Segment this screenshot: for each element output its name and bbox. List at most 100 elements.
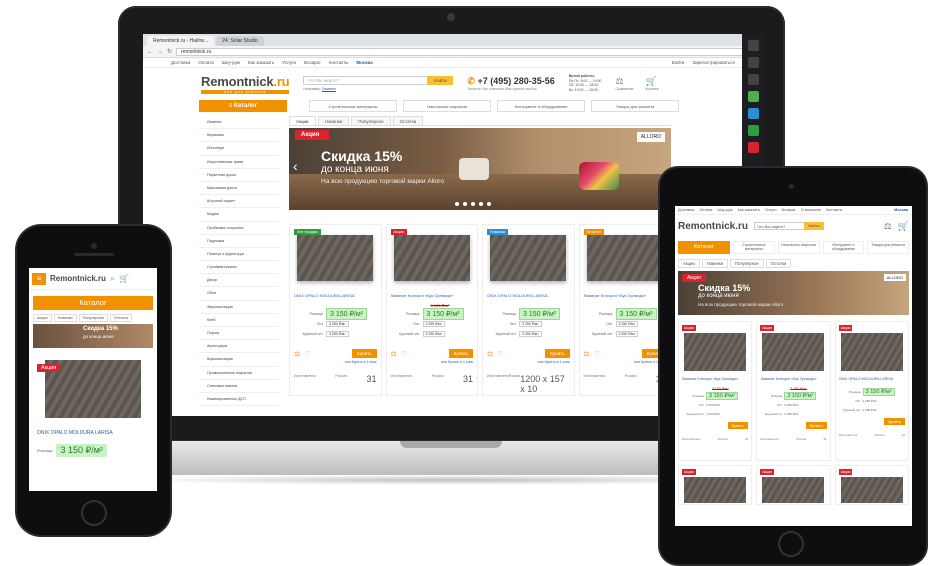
mobile-tab[interactable]: Остатки: [109, 314, 133, 322]
tablet-product-image[interactable]: [840, 333, 903, 371]
tablet-catalog-button[interactable]: Каталог: [678, 241, 730, 254]
tablet-topnav-link[interactable]: Как заказать: [738, 206, 760, 214]
tablet-tab[interactable]: Остатки: [765, 259, 792, 268]
product-card[interactable]: Новинка ONIX OPALO MOLDURA LARISA Розница 3…: [482, 224, 575, 396]
tablet-product-image[interactable]: [762, 333, 825, 371]
tablet-tab[interactable]: Новинки: [701, 259, 729, 268]
product-image[interactable]: [393, 235, 470, 281]
search-icon[interactable]: ⌕: [110, 273, 115, 284]
product-name[interactable]: ONIX OPALO MOLDURA LARISA: [294, 293, 377, 303]
tablet-topnav-link[interactable]: Контакты: [826, 206, 842, 214]
sidebar-item[interactable]: Пробковые покрытия: [199, 222, 279, 235]
tablet-buy-button[interactable]: Купить: [727, 422, 749, 429]
back-icon[interactable]: ←: [147, 49, 153, 55]
tablet-topnav-link[interactable]: Оплата: [699, 206, 712, 214]
favorite-icon[interactable]: ♡: [497, 350, 503, 358]
category-dropdown[interactable]: Напольные покрытия: [403, 100, 491, 112]
mobile-catalog-button[interactable]: Каталог: [33, 296, 153, 310]
sidebar-item[interactable]: Клей: [199, 314, 279, 327]
product-name[interactable]: Ламинат Kronopol «Бук Орландо»: [584, 293, 667, 303]
tablet-product-name[interactable]: Ламинат Kronopol «Бук Орландо»: [760, 377, 826, 387]
tablet-category-dropdown[interactable]: Строительные материалы: [733, 241, 775, 254]
compare-icon[interactable]: ⚖: [487, 350, 493, 358]
sidebar-item[interactable]: Искусственная трава: [199, 156, 279, 169]
carousel-dot[interactable]: [479, 202, 483, 206]
tablet-buy-button[interactable]: Купить: [884, 418, 905, 425]
tab-sales[interactable]: Акции: [289, 116, 316, 125]
product-image[interactable]: [297, 235, 374, 281]
sidebar-item[interactable]: Шумоизоляция: [199, 353, 279, 367]
topnav-link[interactable]: Шоу-рум: [222, 58, 240, 67]
browser-tab[interactable]: Remontnick.ru - Найти...: [147, 36, 215, 46]
search-icon[interactable]: [748, 57, 759, 68]
sidebar-item[interactable]: Керамика: [199, 129, 279, 143]
favorite-icon[interactable]: ♡: [401, 350, 407, 358]
tablet-topnav-link[interactable]: Шоу-рум: [717, 206, 732, 214]
tab-new[interactable]: Новинки: [317, 116, 350, 125]
tablet-product-card[interactable]: Акция Ламинат Kronopol «Бук Орландо» 3 150…: [756, 321, 831, 461]
sidebar-item[interactable]: Стройматериалы: [199, 261, 279, 275]
mobile-product-name[interactable]: ONIX OPALO MOLDURA LARISA: [37, 430, 149, 436]
carousel-dot[interactable]: [471, 202, 475, 206]
login-link[interactable]: Войти: [672, 58, 685, 67]
buy-button[interactable]: Купить: [448, 349, 473, 358]
product-image[interactable]: [490, 235, 567, 281]
tablet-category-dropdown[interactable]: Товары для ремонта: [867, 241, 909, 254]
tablet-product-name[interactable]: Ламинат Kronopol «Бук Орландо»: [682, 377, 748, 387]
product-name[interactable]: ONIX OPALO MOLDURA LARISA: [487, 293, 570, 303]
sidebar-item[interactable]: Плинтус и фурнитура: [199, 248, 279, 262]
product-card[interactable]: Остатки Ламинат Kronopol «Бук Орландо» Роз…: [578, 224, 671, 396]
register-link[interactable]: Зарегистрироваться: [692, 58, 735, 67]
tab-popular[interactable]: Популярное: [351, 116, 391, 125]
mobile-logo[interactable]: Remontnick.ru: [50, 274, 106, 283]
tablet-product-card[interactable]: Акция: [678, 465, 753, 505]
chevron-left-icon[interactable]: ‹: [293, 158, 298, 174]
mobile-product-card[interactable]: Акция ONIX OPALO MOLDURA LARISA Розница …: [37, 360, 149, 457]
sidebar-item[interactable]: Штучный паркет: [199, 195, 279, 209]
product-card[interactable]: Акция Ламинат Kronopol «Бук Орландо» 3 150…: [385, 224, 478, 396]
product-image[interactable]: [586, 235, 663, 281]
browser-tab[interactable]: 24: Solar Studio: [216, 36, 264, 46]
tablet-banner[interactable]: Акция Скидка 15% до конца июня На всю пр…: [678, 271, 909, 315]
topnav-link[interactable]: Возврат: [304, 58, 321, 67]
reload-icon[interactable]: ↻: [167, 48, 172, 55]
catalog-button[interactable]: ≡ Каталог: [199, 100, 287, 112]
sidebar-item[interactable]: Линолеум: [199, 142, 279, 156]
tablet-topnav-link[interactable]: Доставка: [678, 206, 694, 214]
category-dropdown[interactable]: Инструмент и оборудование: [497, 100, 585, 112]
sidebar-item[interactable]: Модем: [199, 208, 279, 222]
site-logo[interactable]: Remontnick.ru всё для ремонта: [201, 73, 290, 94]
buy-button[interactable]: Купить: [352, 349, 377, 358]
topnav-link[interactable]: Доставка: [171, 58, 190, 67]
tablet-search-input[interactable]: Что Вы ищете? Найти: [754, 222, 825, 230]
one-click-buy-link[interactable]: или Купить в 1 клик: [391, 360, 473, 364]
category-dropdown[interactable]: Товары для ремонта: [591, 100, 679, 112]
hamburger-icon[interactable]: ≡: [32, 272, 46, 285]
tablet-product-image[interactable]: [762, 477, 825, 503]
compare-icon[interactable]: ⚖: [391, 350, 397, 358]
compare-icon[interactable]: ⚖: [584, 350, 590, 358]
tablet-product-image[interactable]: [684, 477, 747, 503]
sidebar-item[interactable]: Аксессуары: [199, 340, 279, 354]
explorer-icon[interactable]: [748, 108, 759, 119]
tablet-topnav-link[interactable]: Возврат: [782, 206, 796, 214]
topnav-link[interactable]: Услуги: [282, 58, 296, 67]
tablet-product-image[interactable]: [684, 333, 747, 371]
tablet-topnav-link[interactable]: Услуги: [765, 206, 777, 214]
sidebar-item[interactable]: Паркетная доска: [199, 169, 279, 182]
carousel-dot[interactable]: [463, 202, 467, 206]
app-icon[interactable]: [748, 142, 759, 153]
tablet-topnav-link[interactable]: О магазине: [801, 206, 821, 214]
forward-icon[interactable]: →: [157, 49, 163, 55]
city-selector[interactable]: Москва: [356, 58, 372, 67]
buy-button[interactable]: Купить: [545, 349, 570, 358]
tablet-category-dropdown[interactable]: Инструмент и оборудование: [822, 241, 865, 254]
sidebar-item[interactable]: Обои: [199, 287, 279, 301]
chrome-icon[interactable]: [748, 91, 759, 102]
windows-start-icon[interactable]: [748, 40, 759, 51]
tablet-product-card[interactable]: Акция ONIX OPALO MOLDURA LARISA Розница 3 1…: [834, 321, 909, 461]
sidebar-item[interactable]: Ламинат: [199, 116, 279, 130]
promo-banner[interactable]: Акция Скидка 15% до конца июня На всю пр…: [289, 128, 671, 210]
mobile-tab[interactable]: Популярное: [78, 314, 108, 322]
sidebar-item[interactable]: Массивная доска: [199, 182, 279, 196]
